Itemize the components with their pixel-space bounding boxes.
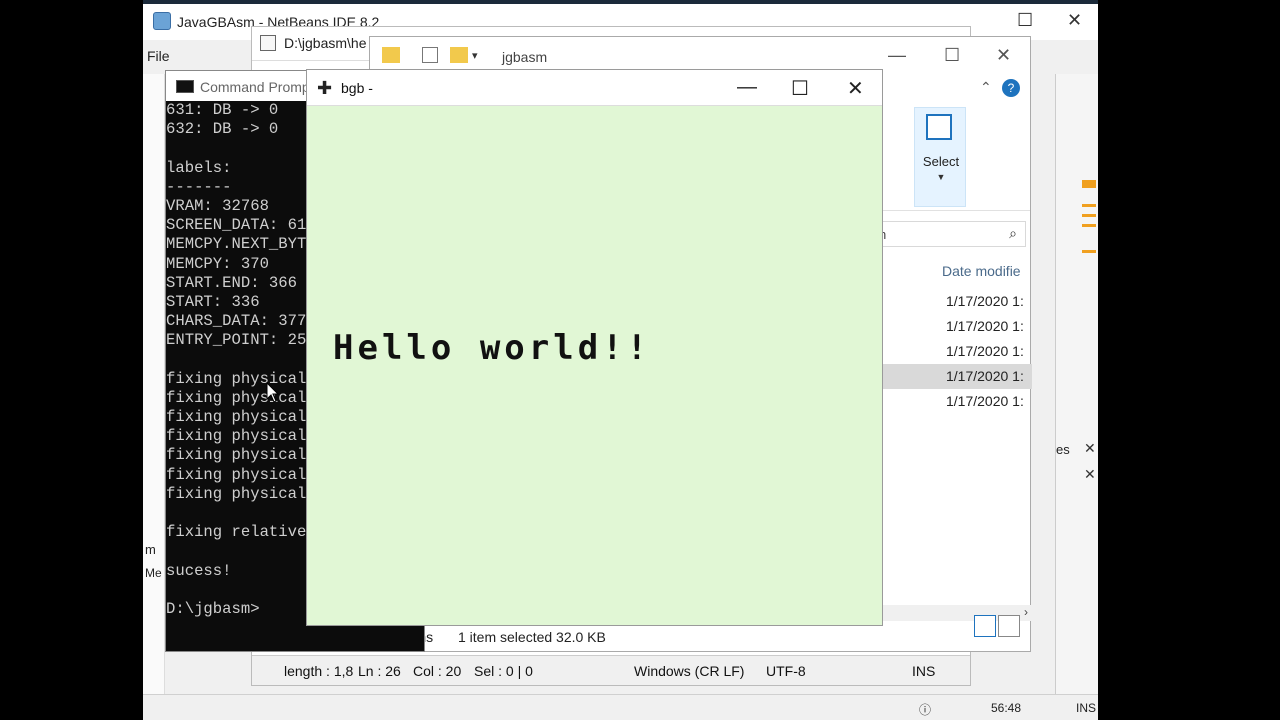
bgb-titlebar[interactable]: ✚ bgb - — ☐ ✕ (307, 70, 882, 106)
mouse-cursor-icon (266, 381, 280, 404)
info-icon[interactable]: ⓘ (919, 701, 931, 718)
select-chevron-icon: ▼ (936, 172, 946, 182)
properties-icon[interactable] (422, 47, 438, 63)
marker-icon (1082, 180, 1096, 188)
minimize-icon[interactable]: — (888, 45, 906, 66)
folder-icon (382, 47, 400, 63)
maximize-icon[interactable]: ☐ (944, 45, 960, 66)
status-line-ending: Windows (CR LF) (634, 663, 745, 679)
bgb-icon: ✚ (317, 78, 333, 98)
large-icons-view-icon[interactable] (998, 615, 1020, 637)
netbeans-logo-icon (153, 12, 171, 30)
menu-file[interactable]: File (147, 48, 170, 64)
tab-m[interactable]: m (145, 542, 156, 557)
minimize-icon[interactable]: — (737, 76, 757, 99)
status-col: Col : 20 (413, 663, 462, 679)
file-row[interactable]: 1/17/2020 1: (876, 289, 1032, 314)
status-length: length : 1,8 (284, 663, 354, 679)
marker-line (1082, 250, 1096, 253)
status-selected: 1 item selected 32.0 KB (458, 629, 606, 645)
netbeans-statusbar: ⓘ 56:48 INS (143, 694, 1098, 720)
cmd-title: Command Prompt (200, 79, 314, 95)
gameboy-screen[interactable]: Hello world!! (307, 106, 882, 625)
new-folder-icon[interactable] (450, 47, 468, 63)
right-margin (1098, 0, 1280, 720)
status-ins-mode: INS (912, 663, 936, 679)
file-row[interactable]: 1/17/2020 1: (876, 389, 1032, 414)
marker-line (1082, 224, 1096, 227)
screen-text: Hello world!! (333, 328, 652, 368)
top-edge (143, 0, 1098, 4)
file-row[interactable]: 1/17/2020 1: (876, 314, 1032, 339)
ribbon-collapse-icon[interactable]: ⌃ (980, 79, 992, 96)
status-ln: Ln : 26 (358, 663, 401, 679)
side-close-icon-2[interactable]: ✕ (1084, 466, 1096, 483)
chevron-down-icon[interactable]: ▾ (472, 49, 478, 62)
details-view-icon[interactable] (974, 615, 996, 637)
file-list: 1/17/2020 1: 1/17/2020 1: 1/17/2020 1: 1… (876, 289, 1032, 414)
file-row-selected[interactable]: 1/17/2020 1: (876, 364, 1032, 389)
side-close-icon[interactable]: ✕ (1084, 440, 1096, 457)
marker-line (1082, 204, 1096, 207)
column-header-date-modified[interactable]: Date modifie (942, 263, 1021, 279)
left-tool-strip: m Me (143, 74, 165, 694)
editor-statusbar: length : 1,8 Ln : 26 Col : 20 Sel : 0 | … (252, 655, 970, 685)
cmd-icon (176, 80, 194, 93)
notepad-icon (260, 35, 276, 51)
search-input[interactable]: n ⌕ (876, 221, 1026, 247)
desktop-capture: JavaGBAsm - NetBeans IDE 8.2 ☐ ✕ File m … (143, 0, 1098, 720)
maximize-icon[interactable]: ☐ (791, 76, 809, 101)
close-icon[interactable]: ✕ (847, 76, 864, 101)
explorer-title: jgbasm (502, 49, 548, 65)
select-grid-icon (926, 114, 952, 140)
select-label: Select (922, 154, 960, 169)
status-time: 56:48 (991, 701, 1022, 715)
status-sel: Sel : 0 | 0 (474, 663, 533, 679)
select-button[interactable]: Select ▼ (914, 107, 966, 207)
side-tab-label[interactable]: es (1056, 442, 1070, 457)
help-icon[interactable]: ? (1002, 79, 1020, 97)
marker-line (1082, 214, 1096, 217)
bgb-window: ✚ bgb - — ☐ ✕ Hello world!! (306, 69, 883, 626)
status-encoding: UTF-8 (766, 663, 806, 679)
maximize-icon[interactable]: ☐ (1017, 10, 1033, 31)
scroll-right-icon[interactable]: › (1024, 605, 1028, 619)
editor-title: D:\jgbasm\he (284, 35, 367, 51)
close-icon[interactable]: ✕ (1067, 10, 1082, 31)
tab-me[interactable]: Me (145, 566, 162, 580)
file-row[interactable]: 1/17/2020 1: (876, 339, 1032, 364)
bgb-title: bgb - (341, 80, 373, 96)
close-icon[interactable]: ✕ (996, 45, 1011, 66)
right-panel: es ✕ ✕ (1055, 74, 1098, 714)
status-ins: INS (1076, 701, 1097, 715)
search-icon[interactable]: ⌕ (1009, 225, 1017, 242)
